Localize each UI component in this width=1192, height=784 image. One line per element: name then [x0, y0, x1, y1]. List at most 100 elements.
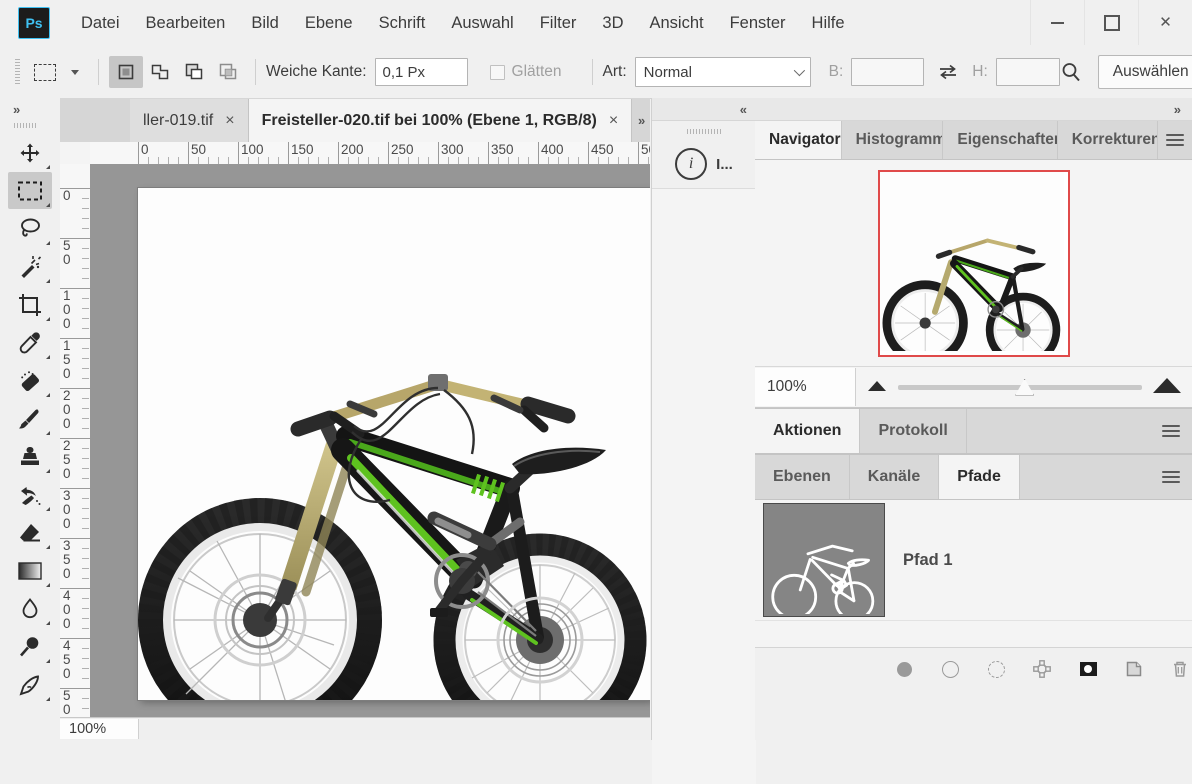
panel-menu-icon[interactable]	[1158, 121, 1192, 159]
ruler-v-minor-tick	[82, 358, 89, 359]
navigator-zoom-value[interactable]: 100%	[755, 368, 856, 406]
info-dock-collapse-button[interactable]: «	[652, 98, 756, 121]
new-selection-button[interactable]	[109, 56, 143, 88]
clone-stamp-tool[interactable]	[8, 438, 52, 475]
tab-eigenschaften[interactable]: Eigenschaften	[943, 121, 1057, 159]
add-to-selection-button[interactable]	[143, 56, 177, 88]
menu-item-bearbeiten[interactable]: Bearbeiten	[133, 8, 239, 39]
swap-arrows-icon[interactable]	[934, 63, 962, 81]
menu-item-hilfe[interactable]: Hilfe	[799, 8, 858, 39]
add-mask-button[interactable]	[1076, 657, 1100, 681]
brush-tool[interactable]	[8, 400, 52, 437]
height-input[interactable]	[996, 58, 1060, 86]
height-label: H:	[972, 63, 988, 81]
document-tab-2[interactable]: Freisteller-020.tif bei 100% (Ebene 1, R…	[249, 99, 633, 142]
width-input[interactable]	[851, 58, 924, 86]
tool-flyout-indicator	[46, 507, 50, 511]
menu-item-bild[interactable]: Bild	[238, 8, 292, 39]
delete-path-button[interactable]	[1168, 657, 1192, 681]
vertical-ruler[interactable]: 05010015020025030035040045050	[60, 164, 91, 718]
tab-navigator[interactable]: Navigator	[755, 121, 842, 159]
antialias-checkbox[interactable]	[490, 65, 505, 80]
document-tab-1[interactable]: ller-019.tif ×	[130, 99, 249, 142]
menu-item-auswahl[interactable]: Auswahl	[438, 8, 526, 39]
tab-ebenen[interactable]: Ebenen	[755, 455, 850, 499]
new-page-icon	[1124, 659, 1144, 679]
eraser-tool[interactable]	[8, 514, 52, 551]
tools-collapse-button[interactable]: »	[0, 98, 60, 120]
magic-wand-tool[interactable]	[8, 248, 52, 285]
new-selection-icon	[116, 62, 136, 82]
tab-korrekturen[interactable]: Korrekturen	[1058, 121, 1158, 159]
lasso-tool[interactable]	[8, 210, 52, 247]
load-selection-button[interactable]	[984, 657, 1008, 681]
path-item[interactable]: Pfad 1	[755, 500, 1192, 621]
history-brush-tool[interactable]	[8, 476, 52, 513]
tab-aktionen[interactable]: Aktionen	[755, 409, 860, 453]
magnifier-icon[interactable]	[1060, 61, 1082, 83]
tab-kanaele[interactable]: Kanäle	[850, 455, 939, 499]
navigator-zoom-slider[interactable]	[898, 368, 1142, 406]
maximize-button[interactable]	[1084, 0, 1138, 45]
ruler-corner[interactable]	[60, 142, 91, 165]
antialias-group[interactable]: Glätten	[490, 63, 570, 81]
move-tool[interactable]	[8, 134, 52, 171]
select-and-mask-button[interactable]: Auswählen ur	[1098, 55, 1192, 89]
menu-item-ansicht[interactable]: Ansicht	[636, 8, 716, 39]
close-button[interactable]: ✕	[1138, 0, 1192, 45]
tool-preset-dropdown[interactable]	[62, 70, 88, 75]
navigator-footer: 100%	[755, 366, 1192, 408]
document-canvas[interactable]	[138, 188, 650, 700]
menu-item-ebene[interactable]: Ebene	[292, 8, 366, 39]
blur-tool[interactable]	[8, 590, 52, 627]
fill-path-button[interactable]	[892, 657, 916, 681]
ruler-v-minor-tick	[82, 428, 89, 429]
dodge-tool[interactable]	[8, 628, 52, 665]
intersect-with-selection-button[interactable]	[211, 56, 245, 88]
panel-menu-icon[interactable]	[1150, 409, 1192, 453]
navigator-thumbnail[interactable]	[878, 170, 1070, 357]
menu-item-filter[interactable]: Filter	[527, 8, 590, 39]
new-path-button[interactable]	[1122, 657, 1146, 681]
ruler-v-minor-tick	[82, 608, 89, 609]
small-mountain-icon[interactable]	[866, 378, 888, 397]
menu-item-fenster[interactable]: Fenster	[717, 8, 799, 39]
subtract-from-selection-button[interactable]	[177, 56, 211, 88]
menu-item-3d[interactable]: 3D	[589, 8, 636, 39]
tab-histogramm[interactable]: Histogramm	[842, 121, 944, 159]
rectangular-marquee-icon[interactable]	[28, 57, 62, 87]
menu-item-datei[interactable]: Datei	[68, 8, 133, 39]
eyedropper-tool[interactable]	[8, 324, 52, 361]
right-dock-expand-button[interactable]: »	[755, 98, 1192, 121]
ruler-v-minor-tick	[82, 678, 89, 679]
make-work-path-button[interactable]	[1030, 657, 1054, 681]
healing-brush-tool[interactable]	[8, 362, 52, 399]
info-panel-button[interactable]: i I...	[652, 138, 756, 180]
close-icon[interactable]: ×	[225, 113, 234, 129]
crop-tool[interactable]	[8, 286, 52, 323]
close-icon[interactable]: ×	[609, 113, 618, 129]
options-bar-grip[interactable]	[15, 59, 20, 85]
minimize-button[interactable]	[1030, 0, 1084, 45]
panel-menu-icon[interactable]	[1150, 455, 1192, 499]
tab-pfade[interactable]: Pfade	[939, 455, 1020, 499]
document-tabs-overflow-button[interactable]: »	[632, 99, 650, 142]
pen-tool[interactable]	[8, 666, 52, 703]
stroke-path-button[interactable]	[938, 657, 962, 681]
menu-item-schrift[interactable]: Schrift	[366, 8, 439, 39]
ruler-v-minor-tick	[82, 498, 89, 499]
feather-input[interactable]: 0,1 Px	[375, 58, 468, 86]
ruler-h-minor-tick	[318, 157, 319, 164]
width-label: B:	[829, 63, 844, 81]
tab-protokoll[interactable]: Protokoll	[860, 409, 966, 453]
tools-panel-grip[interactable]	[14, 123, 36, 128]
rectangular-marquee-tool[interactable]	[8, 172, 52, 209]
status-zoom-level[interactable]: 100%	[60, 719, 139, 739]
gradient-tool[interactable]	[8, 552, 52, 589]
canvas-backdrop[interactable]	[90, 164, 650, 718]
style-select[interactable]: Normal	[635, 57, 811, 87]
info-dock-grip[interactable]	[687, 129, 721, 134]
tools-panel: »	[0, 98, 61, 740]
large-mountain-icon[interactable]	[1152, 376, 1182, 399]
horizontal-ruler[interactable]: 05010015020025030035040045050	[90, 142, 650, 165]
